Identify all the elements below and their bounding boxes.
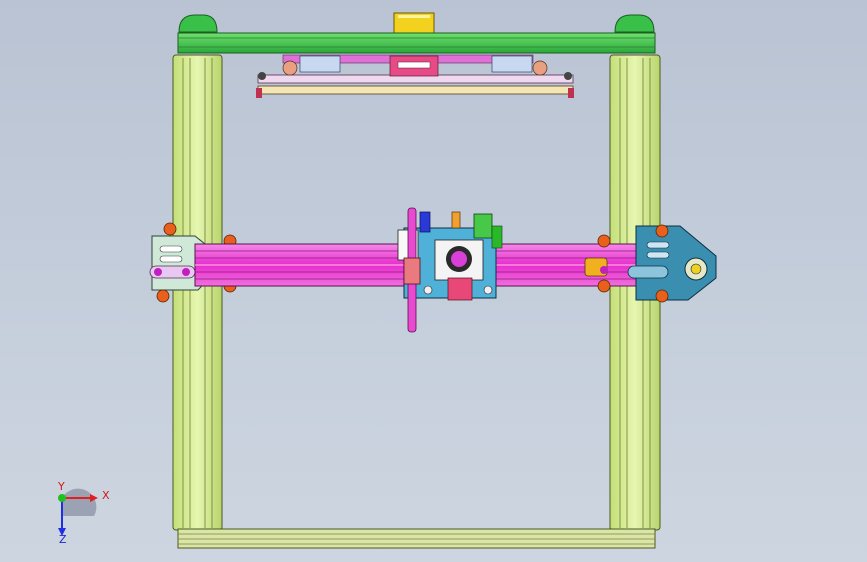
top-right-bumper: [614, 14, 655, 33]
x-axis-label: X: [102, 489, 110, 502]
cad-model-view[interactable]: [0, 0, 867, 562]
top-motor: [393, 12, 435, 35]
left-frame-rail: [172, 54, 223, 531]
y-axis-label: Y: [57, 482, 65, 493]
top-left-bumper: [178, 14, 218, 33]
top-beam: [177, 32, 656, 54]
z-axis-label: Z: [59, 533, 67, 544]
right-gantry-bracket: [584, 224, 717, 303]
graphics-viewport[interactable]: X Y Z: [0, 0, 867, 562]
bottom-beam: [177, 528, 656, 549]
orientation-triad: X Y Z: [57, 482, 110, 544]
top-carriage-assembly: [256, 54, 574, 98]
y-axis-dot: [58, 494, 66, 502]
